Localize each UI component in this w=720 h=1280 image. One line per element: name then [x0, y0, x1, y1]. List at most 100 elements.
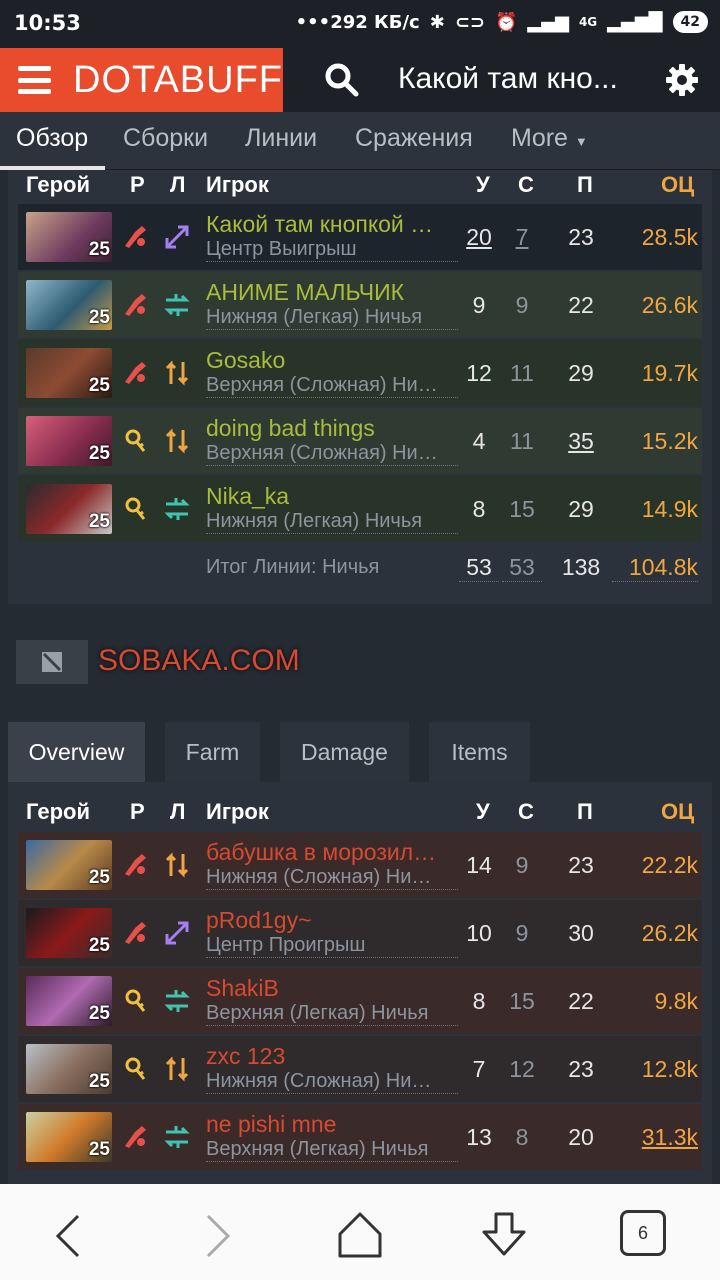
off-lane-icon	[165, 852, 189, 878]
core-role-icon	[125, 294, 146, 316]
hero-avatar[interactable]: 25	[26, 1112, 112, 1162]
forward-icon[interactable]	[188, 1208, 244, 1264]
networth: 26.2k	[641, 920, 698, 946]
assists: 23	[568, 852, 594, 878]
hero-avatar[interactable]: 25	[26, 416, 112, 466]
table-row[interactable]: 25 Gosako Верхняя (Сложная) Ни… 12 11 29…	[18, 340, 702, 406]
player-name[interactable]: Nika_ka	[206, 483, 458, 510]
back-icon[interactable]	[42, 1208, 98, 1264]
networth: 9.8k	[654, 988, 698, 1014]
hero-avatar[interactable]: 25	[26, 280, 112, 330]
off-lane-icon	[165, 1056, 189, 1082]
kills: 14	[466, 852, 492, 878]
assists: 23	[568, 224, 594, 250]
tab-items[interactable]: Items	[429, 722, 530, 782]
col-hero: Герой	[26, 799, 90, 824]
networth: 19.7k	[641, 360, 698, 386]
menu-icon[interactable]	[18, 66, 52, 94]
deaths: 9	[515, 852, 529, 878]
networth: 14.9k	[641, 496, 698, 522]
toggle-icon: ⊂⊃	[454, 11, 485, 33]
tabs-button[interactable]: 6	[620, 1210, 666, 1256]
core-role-icon	[125, 1126, 146, 1148]
table-row[interactable]: 25 Nika_ka Нижняя (Легкая) Ничья 8 15 29…	[18, 476, 702, 542]
home-icon[interactable]	[332, 1208, 388, 1264]
player-name[interactable]: бабушка в морозил…	[206, 839, 458, 866]
tab-damage[interactable]: Damage	[280, 722, 409, 782]
kills: 12	[466, 360, 492, 386]
status-icons: •••292 КБ/с ✱ ⊂⊃ ⏰ ▂▄▆ 4G ▂▄▆█ 42	[296, 11, 708, 33]
deaths: 12	[509, 1056, 535, 1082]
player-name[interactable]: Gosako	[206, 347, 458, 374]
safe-lane-icon	[164, 498, 190, 520]
alarm-icon: ⏰	[494, 11, 518, 33]
hero-avatar[interactable]: 25	[26, 840, 112, 890]
networth: 15.2k	[641, 428, 698, 454]
support-role-icon	[125, 1057, 146, 1080]
team-logo-icon	[16, 640, 88, 684]
safe-lane-icon	[164, 990, 190, 1012]
col-assists: П	[577, 172, 593, 197]
hero-avatar[interactable]: 25	[26, 212, 112, 262]
table-row[interactable]: 25 ne pishi mne Верхняя (Легкая) Ничья 1…	[18, 1104, 702, 1170]
network-speed: •••292 КБ/с	[295, 11, 420, 33]
col-kills: У	[476, 172, 490, 197]
core-role-icon	[125, 854, 146, 876]
core-role-icon	[125, 922, 146, 944]
player-name[interactable]: АНИМЕ МАЛЬЧИК	[206, 279, 458, 306]
lane-result: Верхняя (Легкая) Ничья	[206, 1001, 458, 1026]
tab-lanes[interactable]: Линии	[245, 124, 317, 153]
hero-avatar[interactable]: 25	[26, 348, 112, 398]
deaths: 11	[510, 428, 534, 454]
player-name[interactable]: ne pishi mne	[206, 1111, 458, 1138]
tab-farm[interactable]: Farm	[165, 722, 260, 782]
table-row[interactable]: 25 бабушка в морозил… Нижняя (Сложная) Н…	[18, 832, 702, 898]
table-row[interactable]: 25 АНИМЕ МАЛЬЧИК Нижняя (Легкая) Ничья 9…	[18, 272, 702, 338]
networth: 26.6k	[641, 292, 698, 318]
deaths: 15	[509, 496, 535, 522]
browser-bottom-nav: 6	[0, 1184, 720, 1280]
lane-result: Центр Выигрыш	[206, 237, 458, 262]
player-name[interactable]: Какой там кнопкой …	[206, 211, 458, 238]
table-row[interactable]: 25 doing bad things Верхняя (Сложная) Ни…	[18, 408, 702, 474]
bluetooth-icon: ✱	[429, 11, 445, 33]
col-lane: Л	[170, 799, 186, 824]
logo[interactable]: DOTABUFF	[0, 48, 283, 112]
off-lane-icon	[165, 428, 189, 454]
player-name[interactable]: doing bad things	[206, 415, 458, 442]
kills: 8	[472, 988, 486, 1014]
table-row[interactable]: 25 pRod1gy~ Центр Проигрыш 10 9 30 26.2k	[18, 900, 702, 966]
lane-result: Нижняя (Легкая) Ничья	[206, 305, 458, 330]
app-header: DOTABUFF Какой там кно...	[0, 48, 720, 112]
tab-overview-2[interactable]: Overview	[8, 722, 145, 782]
col-networth: ОЦ	[661, 172, 695, 197]
hero-avatar[interactable]: 25	[26, 908, 112, 958]
tab-overview[interactable]: Обзор	[16, 124, 88, 153]
tab-builds[interactable]: Сборки	[123, 124, 208, 153]
download-icon[interactable]	[476, 1208, 532, 1264]
match-tabs: Обзор Сборки Линии Сражения More ▼	[0, 112, 720, 170]
logo-text: DOTABUFF	[73, 58, 283, 101]
deaths: 15	[509, 988, 535, 1014]
gear-icon[interactable]	[664, 62, 700, 98]
hero-avatar[interactable]: 25	[26, 1044, 112, 1094]
player-name[interactable]: zxc 123	[206, 1043, 458, 1070]
team-name[interactable]: SOBAKA.COM	[98, 644, 300, 678]
search-icon[interactable]	[322, 60, 362, 100]
table-row[interactable]: 25 ShakiB Верхняя (Легкая) Ничья 8 15 22…	[18, 968, 702, 1034]
hero-avatar[interactable]: 25	[26, 976, 112, 1026]
off-lane-icon	[165, 360, 189, 386]
kills: 9	[472, 292, 486, 318]
table-row[interactable]: 25 zxc 123 Нижняя (Сложная) Ни… 7 12 23 …	[18, 1036, 702, 1102]
player-name[interactable]: pRod1gy~	[206, 907, 458, 934]
tab-fights[interactable]: Сражения	[355, 124, 473, 153]
tab-more[interactable]: More ▼	[511, 124, 588, 153]
col-assists: П	[577, 799, 593, 824]
assists: 20	[568, 1124, 594, 1150]
kills: 8	[472, 496, 486, 522]
hero-avatar[interactable]: 25	[26, 484, 112, 534]
assists: 22	[568, 988, 594, 1014]
col-lane: Л	[170, 172, 186, 197]
table-row[interactable]: 25 Какой там кнопкой … Центр Выигрыш 20 …	[18, 204, 702, 270]
player-name[interactable]: ShakiB	[206, 975, 458, 1002]
